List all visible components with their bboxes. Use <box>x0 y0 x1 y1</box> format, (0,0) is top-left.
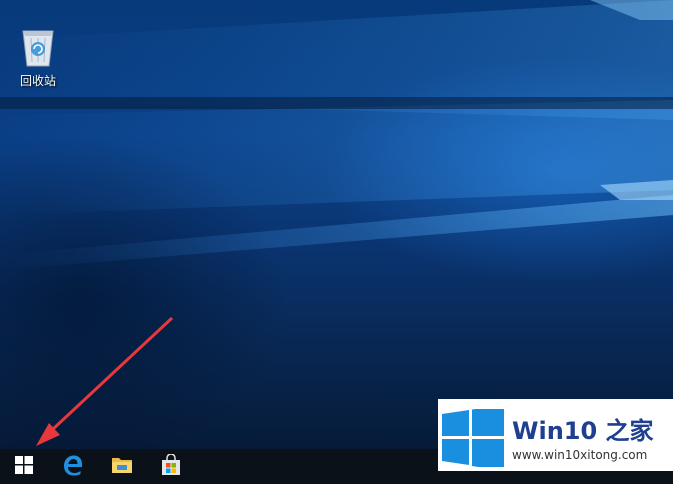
start-button[interactable] <box>0 449 48 484</box>
desktop-icon-recycle-bin[interactable]: 回收站 <box>8 24 68 96</box>
edge-browser-icon <box>62 454 84 480</box>
desktop-background: 回收站 <box>0 0 673 449</box>
wallpaper-light-beams <box>0 0 673 270</box>
watermark-url: www.win10xitong.com <box>512 448 648 462</box>
desktop-icon-label: 回收站 <box>19 74 56 88</box>
recycle-bin-icon <box>18 24 58 68</box>
store-icon <box>160 452 182 480</box>
file-explorer-icon <box>111 455 133 479</box>
windows-logo-icon <box>442 405 504 471</box>
watermark-title: Win10 之家 <box>512 417 654 445</box>
store-button[interactable] <box>147 449 195 484</box>
watermark-banner: Win10 之家 www.win10xitong.com <box>438 399 673 471</box>
windows-start-icon <box>15 455 33 478</box>
file-explorer-button[interactable] <box>98 449 146 484</box>
edge-browser-button[interactable] <box>49 449 97 484</box>
